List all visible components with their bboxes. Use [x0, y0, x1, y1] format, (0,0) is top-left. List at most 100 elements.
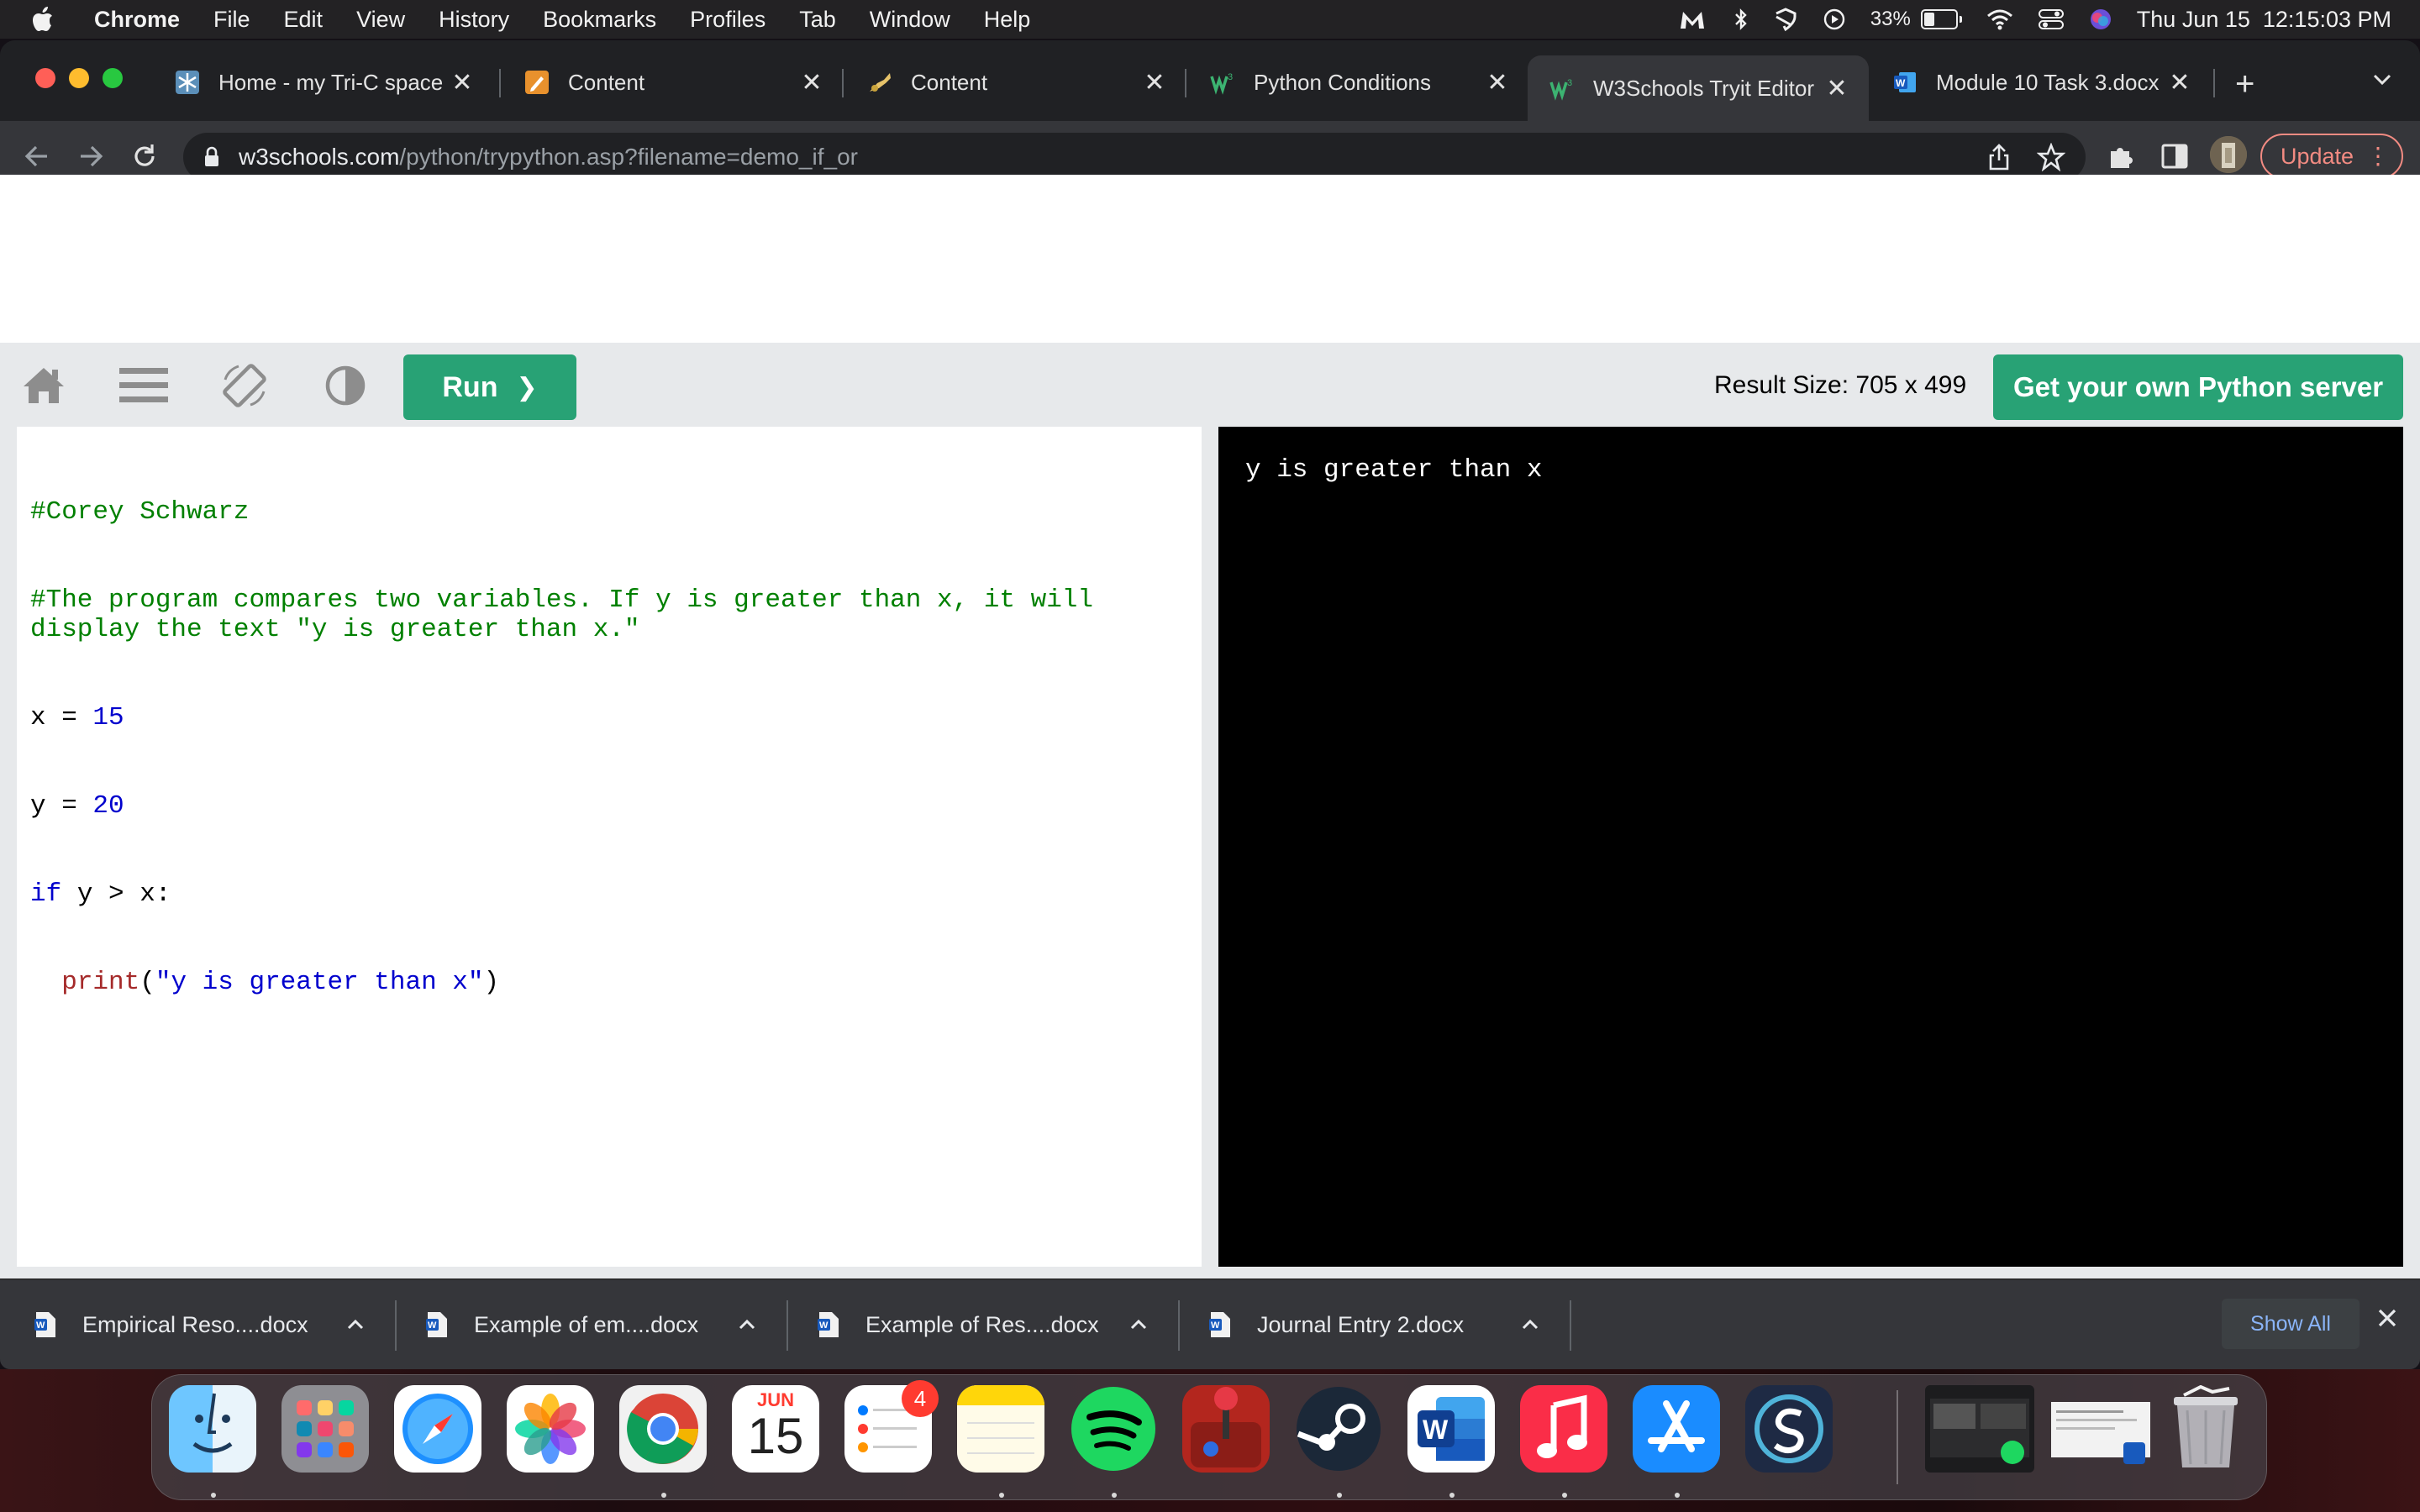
menu-tab[interactable]: Tab [799, 7, 836, 33]
battery-status[interactable]: 33% [1870, 8, 1962, 31]
tab-w3schools-tryit-editor[interactable]: 3 W3Schools Tryit Editor ✕ [1528, 55, 1869, 121]
app-store-icon[interactable] [1633, 1385, 1720, 1473]
share-icon[interactable] [1986, 143, 2012, 171]
running-indicator [1112, 1493, 1117, 1498]
get-python-server-button[interactable]: Get your own Python server [1993, 354, 2403, 420]
bookmark-star-icon[interactable] [2037, 143, 2065, 171]
apple-menu-icon[interactable] [32, 7, 54, 32]
side-panel-icon[interactable] [2160, 141, 2190, 171]
menu-view[interactable]: View [356, 7, 405, 33]
close-downloads-icon[interactable] [2375, 1305, 2400, 1331]
profile-avatar[interactable] [2210, 136, 2247, 173]
tab-module-10-task-3[interactable]: W Module 10 Task 3.docx ✕ [1870, 55, 2212, 109]
svg-text:3: 3 [1567, 78, 1572, 88]
code-line-5: if y > x: [30, 879, 1188, 909]
calendar-day: 15 [747, 1408, 804, 1464]
new-tab-button[interactable]: + [2235, 66, 2254, 103]
chrome-window: Home - my Tri-C space ✕ Content ✕ Conten… [0, 40, 2420, 1369]
lock-icon[interactable] [203, 146, 220, 168]
tab-close-icon[interactable]: ✕ [1481, 68, 1514, 97]
tab-content-1[interactable]: Content ✕ [502, 55, 844, 109]
code-editor[interactable]: #Corey Schwarz #The program compares two… [17, 427, 1202, 1267]
joystick-app-icon[interactable] [1182, 1385, 1270, 1473]
reminders-icon[interactable]: 4 [844, 1380, 939, 1473]
show-all-downloads-button[interactable]: Show All [2222, 1299, 2360, 1349]
tab-close-icon[interactable]: ✕ [1820, 74, 1854, 103]
download-item[interactable]: W Example of Res....docx [783, 1280, 1175, 1369]
menu-bar-clock[interactable]: Thu Jun 15 12:15:03 PM [2137, 7, 2391, 33]
menu-profiles[interactable]: Profiles [690, 7, 765, 33]
app-menu-chrome[interactable]: Chrome [94, 7, 180, 33]
music-icon[interactable] [1520, 1385, 1607, 1473]
play-circle-icon[interactable] [1822, 7, 1847, 32]
tab-home-tri-c-space[interactable]: Home - my Tri-C space ✕ [153, 55, 494, 109]
chevron-up-icon[interactable] [1129, 1318, 1148, 1331]
download-item[interactable]: W Example of em....docx [392, 1280, 783, 1369]
launchpad-icon[interactable] [281, 1385, 369, 1473]
word-doc-icon: W [1209, 1312, 1230, 1337]
tab-close-icon[interactable]: ✕ [795, 68, 829, 97]
shield-check-icon[interactable] [1773, 7, 1798, 32]
menu-window[interactable]: Window [870, 7, 950, 33]
spotify-icon[interactable] [1070, 1385, 1157, 1473]
menu-bookmarks[interactable]: Bookmarks [543, 7, 656, 33]
downloads-shelf: W Empirical Reso....docx W Example of em… [0, 1278, 2420, 1369]
finder-icon[interactable] [169, 1385, 256, 1473]
google-chrome-icon[interactable] [619, 1385, 707, 1473]
rotate-layout-icon[interactable] [220, 361, 269, 410]
tab-close-icon[interactable]: ✕ [2163, 68, 2196, 97]
editor-result-split: #Corey Schwarz #The program compares two… [0, 427, 2420, 1278]
window-close-button[interactable] [35, 68, 55, 88]
control-center-icon[interactable] [2038, 8, 2065, 31]
download-filename: Example of Res....docx [865, 1311, 1099, 1337]
menu-help[interactable]: Help [984, 7, 1031, 33]
photos-icon[interactable] [507, 1385, 594, 1473]
dark-mode-contrast-icon[interactable] [324, 365, 366, 407]
download-item[interactable]: W Journal Entry 2.docx [1175, 1280, 1566, 1369]
code-token-if: if [30, 879, 62, 909]
calendar-icon[interactable]: JUN 15 [732, 1385, 819, 1473]
notes-icon[interactable] [957, 1385, 1044, 1473]
safari-icon[interactable] [394, 1385, 481, 1473]
tab-search-chevron-icon[interactable] [2371, 71, 2393, 87]
menu-edit[interactable]: Edit [284, 7, 324, 33]
macos-menu-bar: Chrome File Edit View History Bookmarks … [0, 0, 2420, 39]
tab-title: Content [568, 69, 645, 95]
chevron-up-icon[interactable] [346, 1318, 365, 1331]
tab-content-2[interactable]: Content ✕ [845, 55, 1186, 109]
tab-strip: Home - my Tri-C space ✕ Content ✕ Conten… [0, 40, 2420, 121]
extensions-puzzle-icon[interactable] [2106, 141, 2136, 171]
window-minimize-button[interactable] [69, 68, 89, 88]
code-token-open-paren: ( [139, 968, 155, 997]
update-button[interactable]: Update ⋮ [2260, 134, 2403, 179]
menu-hamburger-icon[interactable] [119, 366, 168, 405]
more-options-icon[interactable]: ⋮ [2366, 142, 2390, 170]
microsoft-word-icon[interactable]: W [1407, 1385, 1495, 1473]
window-zoom-button[interactable] [103, 68, 123, 88]
tab-close-icon[interactable]: ✕ [1138, 68, 1171, 97]
siri-icon[interactable] [2088, 7, 2113, 32]
reload-icon[interactable] [129, 141, 160, 171]
minimized-document-thumbnail[interactable] [2046, 1385, 2155, 1473]
malwarebytes-icon[interactable] [1676, 7, 1709, 32]
tab-python-conditions[interactable]: 3 Python Conditions ✕ [1188, 55, 1529, 109]
menu-file[interactable]: File [213, 7, 250, 33]
scrivener-icon[interactable] [1745, 1385, 1833, 1473]
menu-history[interactable]: History [439, 7, 509, 33]
run-button[interactable]: Run ❯ [403, 354, 576, 420]
chevron-up-icon[interactable] [1521, 1318, 1539, 1331]
trash-icon[interactable] [2162, 1385, 2249, 1473]
wifi-icon[interactable] [1986, 8, 2014, 31]
code-token-string: "y is greater than x" [155, 968, 484, 997]
steam-icon[interactable] [1295, 1385, 1382, 1473]
tab-close-icon[interactable]: ✕ [445, 68, 479, 97]
back-arrow-icon[interactable] [22, 141, 52, 171]
minimized-window-thumbnail[interactable] [1925, 1385, 2034, 1473]
word-icon: W [1892, 70, 1918, 95]
pencil-icon [524, 70, 550, 95]
bluetooth-icon[interactable] [1733, 7, 1749, 32]
download-item[interactable]: W Empirical Reso....docx [0, 1280, 392, 1369]
chevron-up-icon[interactable] [738, 1318, 756, 1331]
forward-arrow-icon[interactable] [76, 141, 106, 171]
home-icon[interactable] [22, 365, 66, 405]
